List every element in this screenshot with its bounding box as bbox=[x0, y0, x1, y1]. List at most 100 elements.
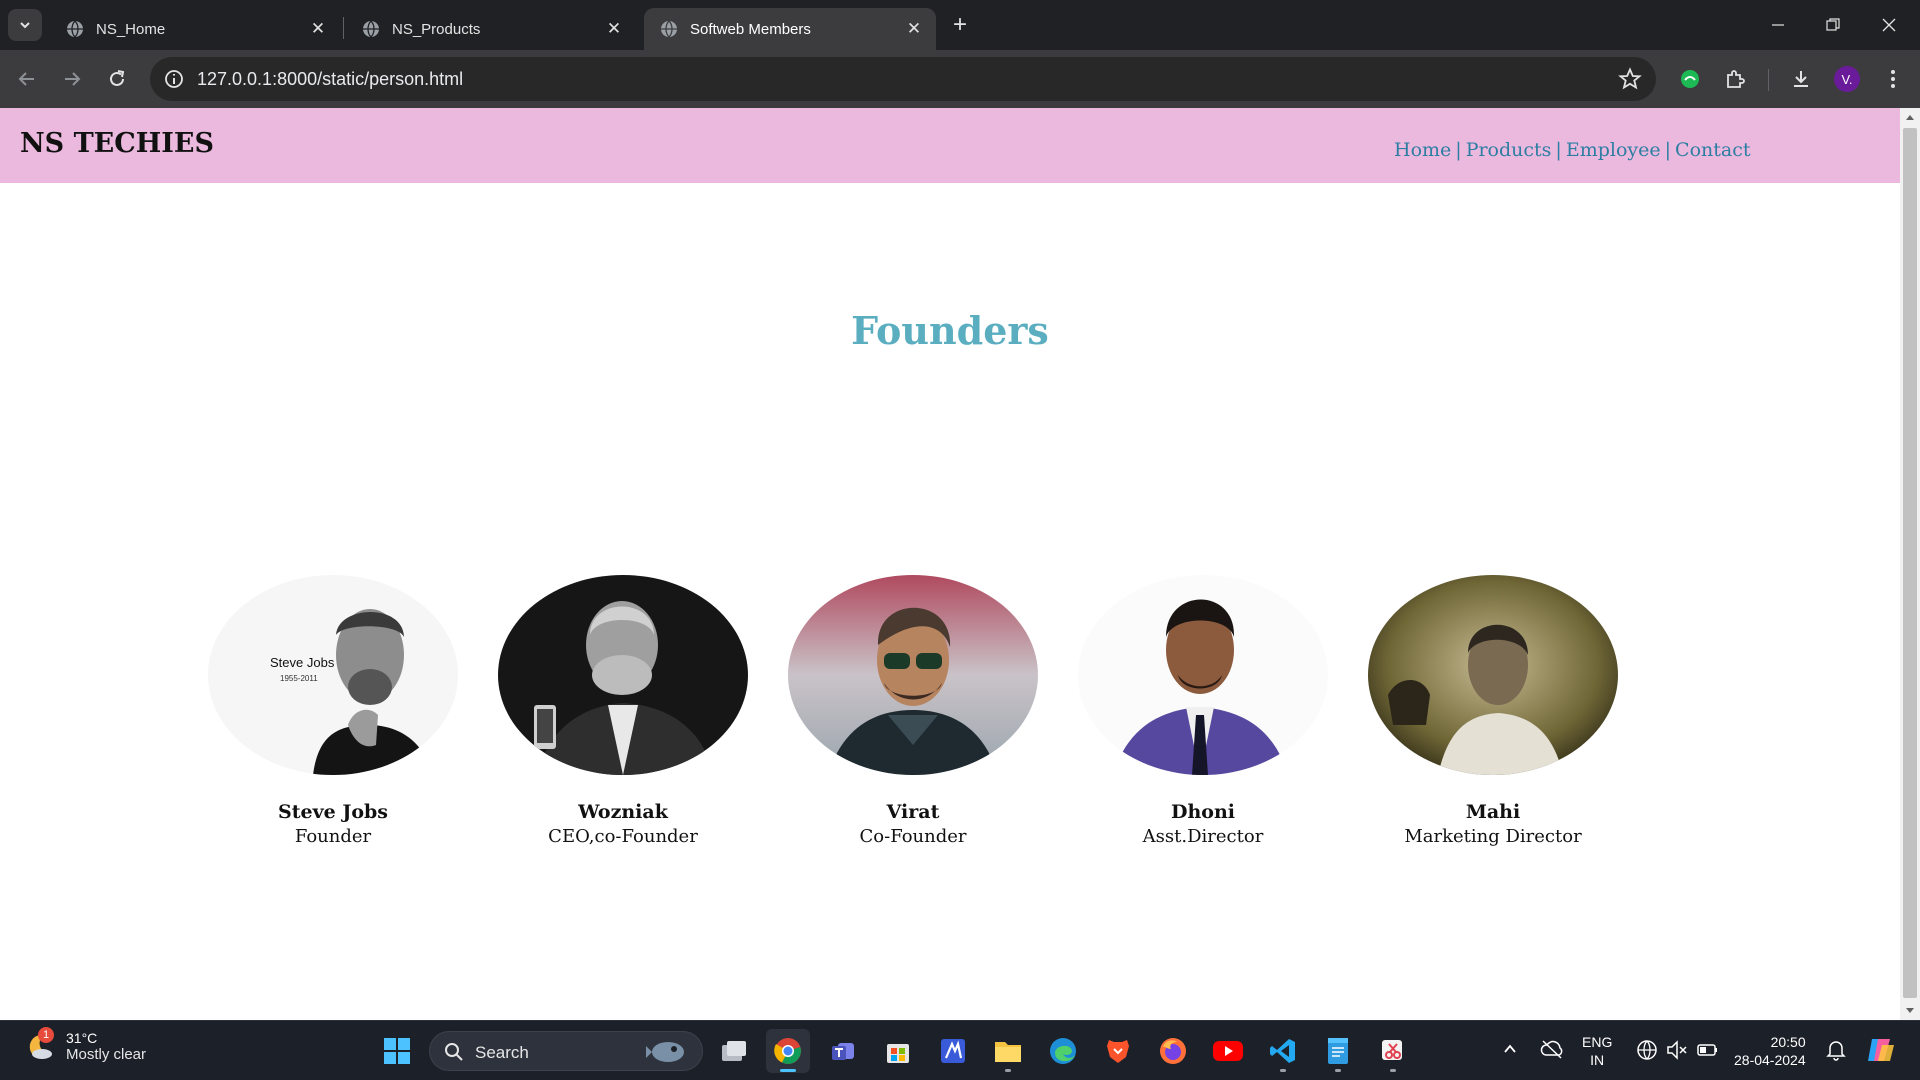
bookmark-star-icon[interactable] bbox=[1618, 67, 1642, 91]
chevron-down-icon bbox=[20, 22, 30, 29]
close-icon bbox=[1882, 18, 1896, 32]
nav-link-products[interactable]: Products bbox=[1466, 139, 1552, 161]
app-icon bbox=[941, 1039, 965, 1063]
tray-language[interactable]: ENG IN bbox=[1582, 1033, 1612, 1069]
taskbar-app[interactable] bbox=[931, 1029, 975, 1073]
nav-link-employee[interactable]: Employee bbox=[1566, 139, 1661, 161]
arrow-right-icon bbox=[65, 72, 81, 86]
extension-green-button[interactable] bbox=[1673, 62, 1707, 96]
member-card: Mahi Marketing Director bbox=[1368, 575, 1618, 847]
tab-strip: NS_Home ✕ NS_Products ✕ Softweb Members … bbox=[0, 0, 1920, 50]
nav-link-home[interactable]: Home bbox=[1394, 139, 1451, 161]
member-card: Wozniak CEO,co-Founder bbox=[498, 575, 748, 847]
close-icon[interactable]: ✕ bbox=[604, 19, 624, 39]
browser-toolbar: 127.0.0.1:8000/static/person.html V. bbox=[0, 50, 1920, 108]
member-role: CEO,co-Founder bbox=[548, 826, 698, 847]
brave-icon bbox=[1107, 1040, 1129, 1063]
member-role: Co-Founder bbox=[859, 826, 967, 847]
tab-title: Softweb Members bbox=[690, 20, 811, 38]
member-card: Steve Jobs 1955-2011 Steve Jobs Founder bbox=[208, 575, 458, 847]
reload-button[interactable] bbox=[100, 62, 134, 96]
nav-separator: | bbox=[1664, 139, 1672, 161]
taskbar-vscode[interactable] bbox=[1261, 1029, 1305, 1073]
member-photo: Steve Jobs 1955-2011 bbox=[208, 575, 458, 775]
scrollbar-thumb[interactable] bbox=[1903, 128, 1917, 998]
member-name: Dhoni bbox=[1171, 801, 1235, 823]
taskbar-edge[interactable] bbox=[1041, 1029, 1085, 1073]
tray-overflow-button[interactable] bbox=[1502, 1041, 1518, 1060]
site-info-button[interactable] bbox=[162, 67, 186, 91]
taskbar-store[interactable] bbox=[876, 1029, 920, 1073]
tab-ns-home[interactable]: NS_Home ✕ bbox=[50, 8, 340, 50]
toolbar-divider bbox=[1768, 69, 1769, 91]
member-photo bbox=[1368, 575, 1618, 775]
member-role: Marketing Director bbox=[1404, 826, 1582, 847]
taskbar-search[interactable]: Search bbox=[429, 1031, 703, 1071]
taskbar-firefox[interactable] bbox=[1151, 1029, 1195, 1073]
close-window-button[interactable] bbox=[1866, 8, 1912, 42]
tray-battery[interactable] bbox=[1696, 1039, 1720, 1064]
restore-button[interactable] bbox=[1810, 8, 1856, 42]
scroll-down-button[interactable] bbox=[1900, 1002, 1920, 1020]
taskbar-brave[interactable] bbox=[1096, 1029, 1140, 1073]
back-button[interactable] bbox=[10, 62, 44, 96]
member-photo bbox=[1078, 575, 1328, 775]
tray-clock[interactable]: 20:50 28-04-2024 bbox=[1734, 1033, 1806, 1069]
weather-desc: Mostly clear bbox=[66, 1045, 147, 1063]
tab-ns-products[interactable]: NS_Products ✕ bbox=[346, 8, 636, 50]
site-header: NS TECHIES Home | Products | Employee | Contac… bbox=[0, 108, 1900, 183]
tray-network[interactable] bbox=[1636, 1039, 1658, 1064]
page-scrollbar[interactable] bbox=[1900, 108, 1920, 1020]
scroll-up-button[interactable] bbox=[1900, 108, 1920, 126]
globe-icon bbox=[363, 20, 379, 38]
task-view-icon bbox=[722, 1041, 746, 1061]
taskbar-youtube[interactable] bbox=[1206, 1029, 1250, 1073]
cloud-offline-icon bbox=[1540, 1040, 1563, 1059]
teams-icon bbox=[832, 1043, 854, 1060]
tab-softweb-members[interactable]: Softweb Members ✕ bbox=[644, 8, 936, 50]
arrow-left-icon bbox=[18, 72, 34, 86]
tray-onedrive[interactable] bbox=[1540, 1039, 1564, 1062]
nav-link-contact[interactable]: Contact bbox=[1675, 139, 1750, 161]
member-role: Founder bbox=[294, 826, 372, 847]
weather-widget[interactable]: 1 31°C Mostly clear bbox=[22, 1027, 147, 1063]
copilot-icon bbox=[1868, 1039, 1894, 1061]
chrome-icon bbox=[774, 1038, 801, 1064]
nav-separator: | bbox=[1555, 139, 1562, 161]
taskbar-chrome[interactable] bbox=[766, 1029, 810, 1073]
info-icon bbox=[165, 70, 183, 88]
close-icon[interactable]: ✕ bbox=[308, 19, 328, 39]
firefox-icon bbox=[1160, 1038, 1186, 1064]
address-bar[interactable]: 127.0.0.1:8000/static/person.html bbox=[150, 57, 1656, 101]
taskbar-snipping-tool[interactable] bbox=[1371, 1029, 1415, 1073]
site-nav: Home | Products | Employee | Contact bbox=[1394, 139, 1750, 161]
search-icon bbox=[445, 1043, 463, 1061]
taskbar-teams[interactable] bbox=[821, 1029, 865, 1073]
globe-icon bbox=[67, 20, 83, 38]
tray-notifications[interactable] bbox=[1826, 1039, 1846, 1064]
profile-avatar[interactable]: V. bbox=[1834, 66, 1860, 92]
start-button[interactable] bbox=[375, 1029, 419, 1073]
downloads-button[interactable] bbox=[1784, 62, 1818, 96]
snipping-tool-icon bbox=[1382, 1040, 1402, 1060]
close-icon[interactable]: ✕ bbox=[904, 19, 924, 39]
tray-volume[interactable] bbox=[1666, 1039, 1688, 1064]
nav-separator: | bbox=[1455, 139, 1462, 161]
browser-menu-button[interactable] bbox=[1876, 62, 1910, 96]
windows-taskbar: 1 31°C Mostly clear Search ENG IN 20:50 … bbox=[0, 1020, 1920, 1080]
minimize-button[interactable] bbox=[1755, 8, 1801, 42]
region-code: IN bbox=[1590, 1052, 1605, 1068]
taskbar-task-view[interactable] bbox=[712, 1029, 756, 1073]
triangle-down-icon bbox=[1906, 1008, 1914, 1013]
url-text[interactable]: 127.0.0.1:8000/static/person.html bbox=[197, 69, 463, 90]
volume-muted-icon bbox=[1667, 1040, 1687, 1060]
tab-divider bbox=[343, 17, 344, 39]
new-tab-button[interactable]: + bbox=[946, 12, 974, 40]
running-indicator bbox=[1280, 1069, 1286, 1072]
taskbar-notepad[interactable] bbox=[1316, 1029, 1360, 1073]
tab-search-button[interactable] bbox=[8, 9, 42, 41]
extensions-button[interactable] bbox=[1718, 62, 1752, 96]
taskbar-file-explorer[interactable] bbox=[986, 1029, 1030, 1073]
forward-button[interactable] bbox=[55, 62, 89, 96]
tray-copilot[interactable] bbox=[1864, 1035, 1896, 1068]
